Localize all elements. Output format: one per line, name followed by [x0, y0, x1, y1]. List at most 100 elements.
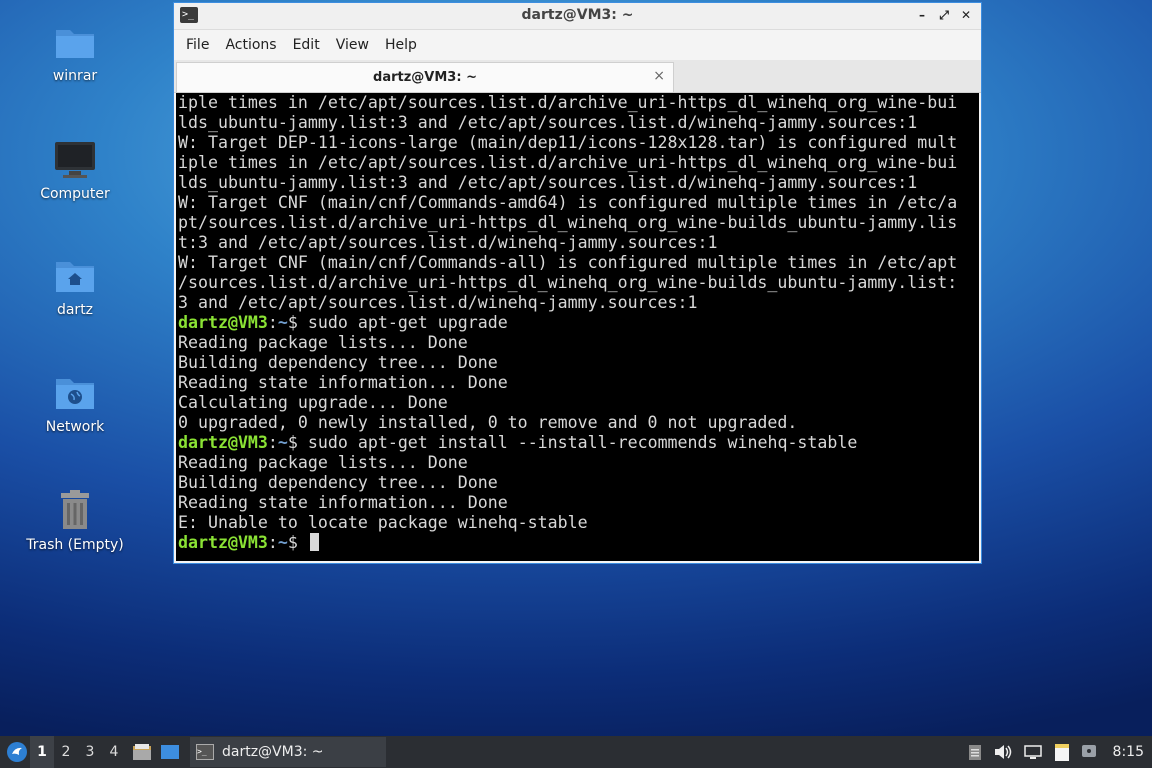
output-text: 3 and /etc/apt/sources.list.d/winehq-jam… — [178, 293, 698, 312]
terminal-line: pt/sources.list.d/archive_uri-https_dl_w… — [178, 213, 979, 233]
command-text: sudo apt-get upgrade — [307, 313, 508, 332]
quicklaunch-show-desktop[interactable] — [158, 740, 182, 764]
output-text: /sources.list.d/archive_uri-https_dl_win… — [178, 273, 958, 292]
workspace-2[interactable]: 2 — [54, 736, 78, 768]
output-text: W: Target CNF (main/cnf/Commands-all) is… — [178, 253, 958, 272]
minimize-button[interactable]: – — [915, 6, 929, 24]
show-desktop-icon — [161, 745, 179, 759]
workspace-1[interactable]: 1 — [30, 736, 54, 768]
output-text: W: Target CNF (main/cnf/Commands-amd64) … — [178, 193, 958, 212]
output-text: Reading package lists... Done — [178, 333, 468, 352]
start-menu-button[interactable] — [4, 739, 30, 765]
output-text: lds_ubuntu-jammy.list:3 and /etc/apt/sou… — [178, 173, 918, 192]
maximize-button[interactable]: ⤢ — [937, 6, 951, 24]
volume-icon[interactable] — [993, 743, 1013, 761]
terminal-line: 0 upgraded, 0 newly installed, 0 to remo… — [178, 413, 979, 433]
prompt-path: ~ — [277, 533, 288, 552]
tab-label: dartz@VM3: ~ — [373, 70, 477, 85]
computer-icon — [55, 142, 95, 178]
output-text: W: Target DEP-11-icons-large (main/dep11… — [178, 133, 958, 152]
prompt-separator: : — [267, 313, 278, 332]
folder-icon — [56, 30, 94, 58]
terminal-line: E: Unable to locate package winehq-stabl… — [178, 513, 979, 533]
terminal-window[interactable]: >_ dartz@VM3: ~ – ⤢ ✕ File Actions Edit … — [173, 2, 982, 564]
terminal-line: Building dependency tree... Done — [178, 473, 979, 493]
menu-file[interactable]: File — [178, 37, 217, 53]
tab-close-icon[interactable]: × — [653, 68, 665, 84]
terminal-line: t:3 and /etc/apt/sources.list.d/winehq-j… — [178, 233, 979, 253]
lxqt-logo-icon — [7, 742, 27, 762]
desktop-icon-computer[interactable]: Computer — [20, 140, 130, 202]
close-button[interactable]: ✕ — [959, 6, 973, 24]
terminal-output[interactable]: iple times in /etc/apt/sources.list.d/ar… — [176, 93, 979, 561]
menu-help[interactable]: Help — [377, 37, 425, 53]
prompt-user: dartz@VM3 — [178, 533, 268, 552]
notes-icon[interactable] — [1053, 742, 1071, 762]
trash-icon — [61, 490, 89, 529]
prompt-path: ~ — [277, 313, 288, 332]
prompt-user: dartz@VM3 — [178, 313, 268, 332]
terminal-line: lds_ubuntu-jammy.list:3 and /etc/apt/sou… — [178, 173, 979, 193]
taskbar: 1 2 3 4 >_ dartz@VM3: ~ 8:15 — [0, 736, 1152, 768]
prompt-symbol: $ — [287, 433, 308, 452]
terminal-line: W: Target CNF (main/cnf/Commands-all) is… — [178, 253, 979, 273]
tab-bar: dartz@VM3: ~ × — [174, 60, 981, 93]
desktop-icon-network[interactable]: Network — [20, 373, 130, 435]
terminal-icon: >_ — [196, 744, 214, 760]
workspace-3[interactable]: 3 — [78, 736, 102, 768]
prompt-symbol: $ — [287, 533, 308, 552]
output-text: Building dependency tree... Done — [178, 353, 498, 372]
output-text: E: Unable to locate package winehq-stabl… — [178, 513, 588, 532]
terminal-line: Reading package lists... Done — [178, 453, 979, 473]
output-text: iple times in /etc/apt/sources.list.d/ar… — [178, 153, 958, 172]
clipboard-icon[interactable] — [967, 743, 983, 761]
terminal-line: Calculating upgrade... Done — [178, 393, 979, 413]
network-status-icon[interactable] — [1023, 743, 1043, 761]
quicklaunch-file-manager[interactable] — [130, 740, 154, 764]
desktop-icon-label: winrar — [52, 68, 98, 84]
output-text: Calculating upgrade... Done — [178, 393, 448, 412]
menu-view[interactable]: View — [328, 37, 377, 53]
prompt-user: dartz@VM3 — [178, 433, 268, 452]
desktop-icon-trash[interactable]: Trash (Empty) — [20, 489, 130, 553]
taskbar-task-terminal[interactable]: >_ dartz@VM3: ~ — [190, 737, 386, 767]
output-text: iple times in /etc/apt/sources.list.d/ar… — [178, 93, 958, 112]
tab-terminal[interactable]: dartz@VM3: ~ × — [176, 62, 674, 92]
desktop-icon-winrar[interactable]: winrar — [20, 22, 130, 84]
terminal-cursor — [309, 533, 319, 551]
workspace-4[interactable]: 4 — [102, 736, 126, 768]
output-text: Building dependency tree... Done — [178, 473, 498, 492]
system-tray: 8:15 — [967, 742, 1152, 762]
desktop-icon-label: Trash (Empty) — [26, 537, 124, 553]
output-text: Reading state information... Done — [178, 493, 508, 512]
file-manager-icon — [133, 744, 151, 760]
menu-edit[interactable]: Edit — [285, 37, 328, 53]
prompt-symbol: $ — [287, 313, 308, 332]
output-text: 0 upgraded, 0 newly installed, 0 to remo… — [178, 413, 798, 432]
terminal-line: dartz@VM3:~$ sudo apt-get upgrade — [178, 313, 979, 333]
output-text: Reading package lists... Done — [178, 453, 468, 472]
home-folder-icon — [56, 262, 94, 292]
terminal-line: Reading state information... Done — [178, 373, 979, 393]
desktop-icon-dartz[interactable]: dartz — [20, 256, 130, 318]
terminal-line: dartz@VM3:~$ sudo apt-get install --inst… — [178, 433, 979, 453]
prompt-path: ~ — [277, 433, 288, 452]
network-folder-icon — [56, 379, 94, 409]
output-text: t:3 and /etc/apt/sources.list.d/winehq-j… — [178, 233, 718, 252]
terminal-line: dartz@VM3:~$ — [178, 533, 979, 553]
notification-icon[interactable] — [1081, 743, 1097, 761]
menubar: File Actions Edit View Help — [174, 30, 981, 60]
window-titlebar[interactable]: >_ dartz@VM3: ~ – ⤢ ✕ — [174, 3, 981, 30]
terminal-line: W: Target CNF (main/cnf/Commands-amd64) … — [178, 193, 979, 213]
window-title: dartz@VM3: ~ — [521, 7, 634, 23]
terminal-line: 3 and /etc/apt/sources.list.d/winehq-jam… — [178, 293, 979, 313]
desktop-icon-label: Network — [45, 419, 105, 435]
terminal-line: /sources.list.d/archive_uri-https_dl_win… — [178, 273, 979, 293]
output-text: pt/sources.list.d/archive_uri-https_dl_w… — [178, 213, 958, 232]
command-text: sudo apt-get install --install-recommend… — [307, 433, 858, 452]
terminal-line: Reading state information... Done — [178, 493, 979, 513]
menu-actions[interactable]: Actions — [217, 37, 284, 53]
terminal-line: iple times in /etc/apt/sources.list.d/ar… — [178, 153, 979, 173]
clock[interactable]: 8:15 — [1113, 744, 1144, 760]
terminal-line: iple times in /etc/apt/sources.list.d/ar… — [178, 93, 979, 113]
